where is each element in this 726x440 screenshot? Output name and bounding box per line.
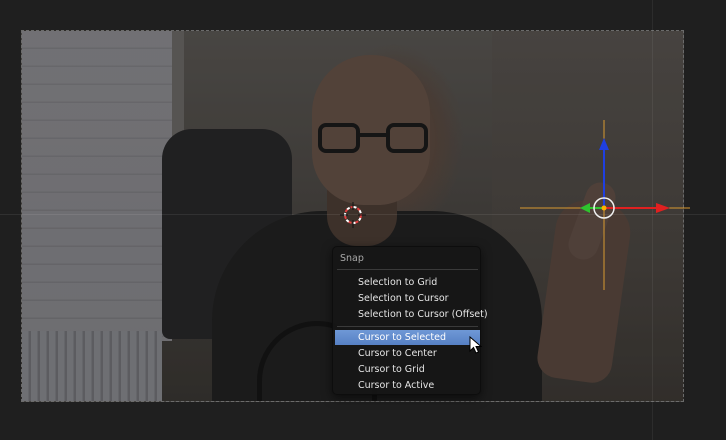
menu-item-selection-to-cursor[interactable]: Selection to Cursor [335, 291, 480, 306]
menu-item-selection-to-grid[interactable]: Selection to Grid [335, 275, 480, 290]
menu-title: Snap [340, 253, 364, 264]
mouse-pointer-icon [469, 336, 483, 354]
menu-item-selection-to-cursor-offset[interactable]: Selection to Cursor (Offset) [335, 307, 488, 322]
menu-item-cursor-to-active[interactable]: Cursor to Active [335, 378, 480, 393]
snap-menu: Snap Selection to Grid Selection to Curs… [332, 246, 488, 395]
menu-item-cursor-to-selected[interactable]: Cursor to Selected [335, 330, 480, 345]
menu-separator [337, 269, 478, 270]
menu-item-cursor-to-center[interactable]: Cursor to Center [335, 346, 480, 361]
transform-gizmo-icon[interactable] [520, 120, 690, 290]
menu-separator [337, 326, 478, 327]
menu-item-cursor-to-grid[interactable]: Cursor to Grid [335, 362, 480, 377]
3d-cursor-icon[interactable] [340, 202, 366, 228]
